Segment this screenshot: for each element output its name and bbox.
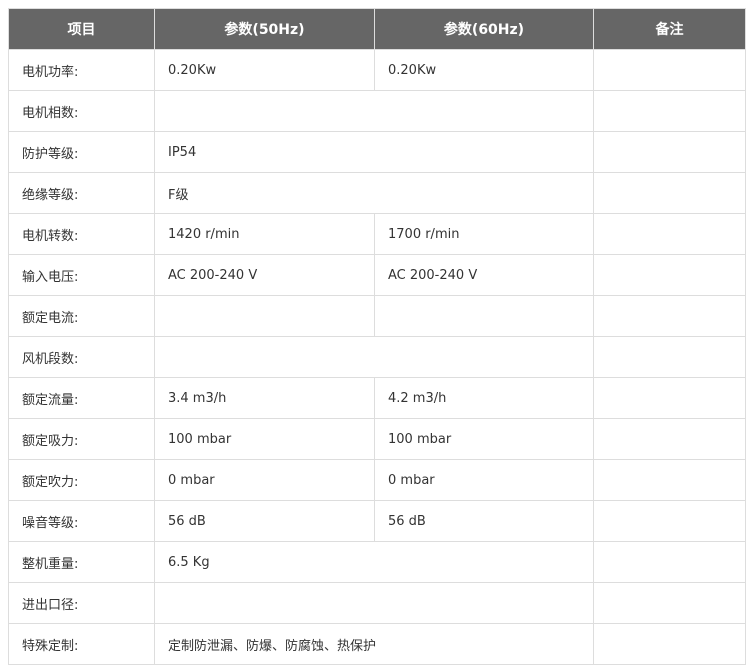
row-label: 绝缘等级:: [8, 172, 155, 214]
row-label: 额定电流:: [8, 295, 155, 337]
table-row: 额定流量: 3.4 m3/h 4.2 m3/h: [8, 377, 746, 419]
table-row: 噪音等级: 56 dB 56 dB: [8, 500, 746, 542]
note-cell: [593, 254, 746, 296]
row-label: 电机转数:: [8, 213, 155, 255]
value-60hz: 4.2 m3/h: [374, 377, 594, 419]
note-cell: [593, 90, 746, 132]
row-label: 整机重量:: [8, 541, 155, 583]
value-60hz: 0 mbar: [374, 459, 594, 501]
row-label: 防护等级:: [8, 131, 155, 173]
table-row: 进出口径:: [8, 582, 746, 624]
table-row: 额定吹力: 0 mbar 0 mbar: [8, 459, 746, 501]
note-cell: [593, 623, 746, 665]
value-merged: IP54: [154, 131, 594, 173]
table-row: 额定吸力: 100 mbar 100 mbar: [8, 418, 746, 460]
header-param-50hz: 参数(50Hz): [154, 8, 375, 50]
value-50hz: 100 mbar: [154, 418, 375, 460]
header-item: 项目: [8, 8, 155, 50]
value-50hz: [154, 295, 375, 337]
row-label: 电机相数:: [8, 90, 155, 132]
value-50hz: 3.4 m3/h: [154, 377, 375, 419]
value-merged: 定制防泄漏、防爆、防腐蚀、热保护: [154, 623, 594, 665]
value-50hz: 0 mbar: [154, 459, 375, 501]
table-row: 整机重量: 6.5 Kg: [8, 541, 746, 583]
value-50hz: AC 200-240 V: [154, 254, 375, 296]
value-60hz: [374, 295, 594, 337]
header-row: 项目 参数(50Hz) 参数(60Hz) 备注: [8, 8, 746, 50]
row-label: 额定流量:: [8, 377, 155, 419]
spec-table: 项目 参数(50Hz) 参数(60Hz) 备注 电机功率: 0.20Kw 0.2…: [8, 8, 746, 665]
note-cell: [593, 213, 746, 255]
note-cell: [593, 172, 746, 214]
header-param-60hz: 参数(60Hz): [374, 8, 594, 50]
note-cell: [593, 459, 746, 501]
note-cell: [593, 377, 746, 419]
value-merged: [154, 336, 594, 378]
value-merged: [154, 90, 594, 132]
value-50hz: 0.20Kw: [154, 49, 375, 91]
note-cell: [593, 582, 746, 624]
row-label: 特殊定制:: [8, 623, 155, 665]
value-50hz: 56 dB: [154, 500, 375, 542]
note-cell: [593, 131, 746, 173]
value-50hz: 1420 r/min: [154, 213, 375, 255]
row-label: 电机功率:: [8, 49, 155, 91]
row-label: 风机段数:: [8, 336, 155, 378]
row-label: 额定吸力:: [8, 418, 155, 460]
value-merged: [154, 582, 594, 624]
value-merged: 6.5 Kg: [154, 541, 594, 583]
note-cell: [593, 336, 746, 378]
note-cell: [593, 500, 746, 542]
header-note: 备注: [593, 8, 746, 50]
value-60hz: 100 mbar: [374, 418, 594, 460]
table-row: 电机转数: 1420 r/min 1700 r/min: [8, 213, 746, 255]
note-cell: [593, 49, 746, 91]
note-cell: [593, 418, 746, 460]
table-row: 电机功率: 0.20Kw 0.20Kw: [8, 49, 746, 91]
spec-table-container: 项目 参数(50Hz) 参数(60Hz) 备注 电机功率: 0.20Kw 0.2…: [8, 8, 746, 665]
table-row: 额定电流:: [8, 295, 746, 337]
value-60hz: 56 dB: [374, 500, 594, 542]
row-label: 噪音等级:: [8, 500, 155, 542]
value-60hz: AC 200-240 V: [374, 254, 594, 296]
value-60hz: 1700 r/min: [374, 213, 594, 255]
table-row: 输入电压: AC 200-240 V AC 200-240 V: [8, 254, 746, 296]
table-row: 绝缘等级: F级: [8, 172, 746, 214]
note-cell: [593, 541, 746, 583]
table-row: 电机相数:: [8, 90, 746, 132]
table-row: 特殊定制: 定制防泄漏、防爆、防腐蚀、热保护: [8, 623, 746, 665]
row-label: 输入电压:: [8, 254, 155, 296]
value-60hz: 0.20Kw: [374, 49, 594, 91]
row-label: 额定吹力:: [8, 459, 155, 501]
value-merged: F级: [154, 172, 594, 214]
row-label: 进出口径:: [8, 582, 155, 624]
table-row: 防护等级: IP54: [8, 131, 746, 173]
table-row: 风机段数:: [8, 336, 746, 378]
note-cell: [593, 295, 746, 337]
